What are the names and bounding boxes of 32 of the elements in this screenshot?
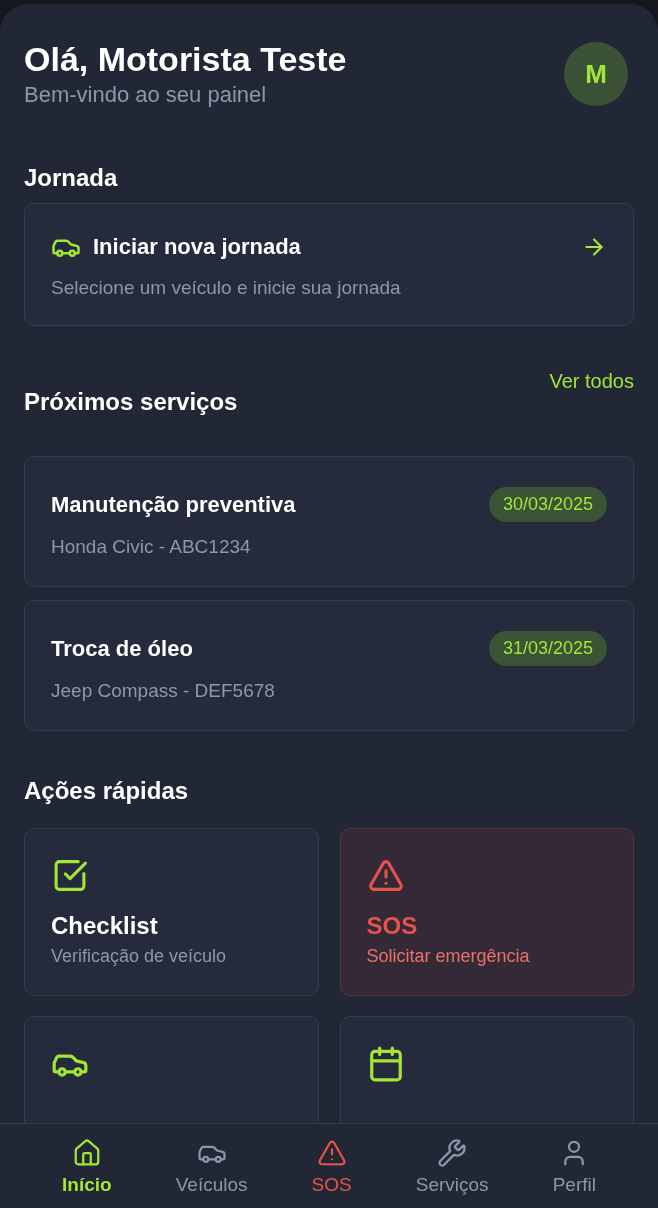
greeting-subtitle: Bem-vindo ao seu painel [24, 82, 268, 108]
service-title: Manutenção preventiva [51, 491, 297, 518]
action-subtitle: Solicitar emergência [366, 946, 531, 967]
action-title: Checklist [51, 912, 159, 940]
card-title: Iniciar nova jornada [93, 234, 302, 260]
greeting-title: Olá, Motorista Teste [24, 39, 347, 80]
nav-tab[interactable]: Serviços [409, 1124, 495, 1208]
nav-tab[interactable]: SOS [305, 1124, 358, 1208]
nav-tab[interactable]: Início [56, 1124, 118, 1208]
wrench-icon [437, 1138, 468, 1168]
service-card[interactable]: Troca de óleo 31/03/2025 Jeep Compass - DEF5678 [24, 600, 634, 731]
section-heading: Jornada [24, 164, 119, 192]
service-vehicle: Jeep Compass - DEF5678 [51, 680, 276, 702]
date-badge: 30/03/2025 [488, 487, 607, 522]
card-subtitle: Selecione um veículo e inicie sua jornada [51, 277, 402, 299]
date-badge: 31/03/2025 [488, 631, 607, 666]
start-journey-card[interactable]: Iniciar nova jornada Selecione um veículo e inicie sua jornada [24, 203, 634, 326]
quick-action-card[interactable]: SOS Solicitar emergência [339, 828, 634, 996]
section-heading: Próximos serviços [24, 388, 238, 416]
action-subtitle: Verificação de veículo [51, 946, 228, 967]
quick-action-card[interactable]: Checklist Verificação de veículo [24, 828, 319, 996]
section-heading: Ações rápidas [24, 777, 190, 805]
see-all-link[interactable]: Ver todos [549, 370, 634, 393]
action-title: SOS [366, 912, 419, 940]
warning-icon [316, 1138, 347, 1168]
nav-tab[interactable]: Perfil [546, 1124, 602, 1208]
nav-tab[interactable]: Veículos [169, 1124, 254, 1208]
avatar[interactable]: M [564, 42, 628, 106]
warning-icon [366, 857, 405, 894]
service-card[interactable]: Manutenção preventiva 30/03/2025 Honda Civic - ABC1234 [24, 456, 634, 587]
service-vehicle: Honda Civic - ABC1234 [51, 536, 252, 558]
service-title: Troca de óleo [51, 635, 194, 662]
